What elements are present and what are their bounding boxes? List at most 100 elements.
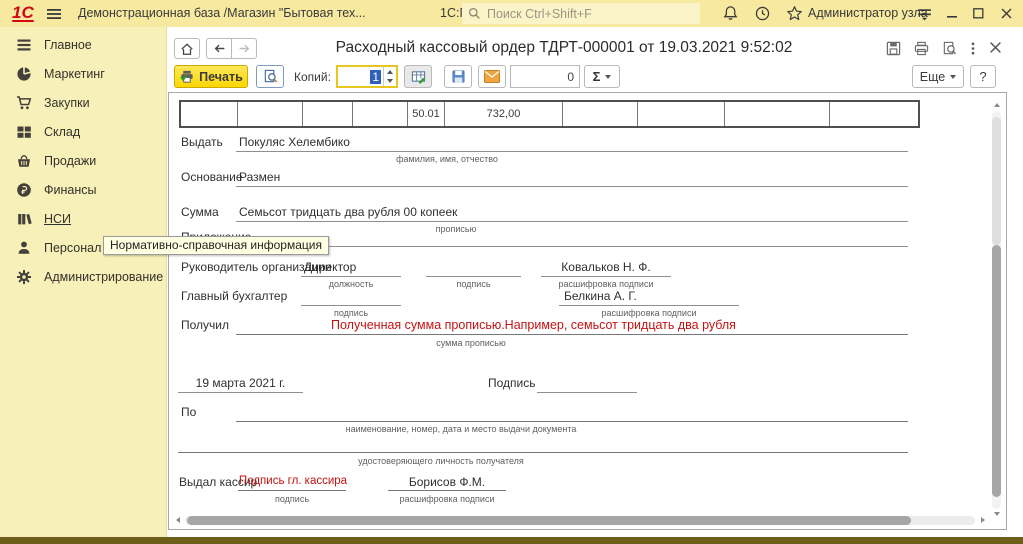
table-cell[interactable]: [725, 102, 830, 126]
print-icon[interactable]: [914, 41, 930, 57]
table-cell[interactable]: [638, 102, 725, 126]
notifications-bell-icon[interactable]: [722, 5, 740, 23]
basis-underline: [236, 186, 908, 187]
save-file-button[interactable]: [444, 65, 472, 88]
main-menu-icon[interactable]: [46, 6, 64, 24]
print-preview-button[interactable]: [256, 65, 284, 88]
history-icon[interactable]: [754, 5, 772, 23]
table-cell[interactable]: [238, 102, 303, 126]
help-button[interactable]: ?: [970, 65, 996, 88]
save-icon[interactable]: [886, 41, 902, 57]
horizontal-scrollbar-thumb[interactable]: [187, 516, 911, 525]
window-bottom-edge: [0, 537, 1023, 544]
head-name-underline: [541, 276, 671, 277]
amount-label: Сумма: [181, 205, 219, 219]
date-value: 19 марта 2021 г.: [178, 376, 303, 390]
table-cell[interactable]: [353, 102, 408, 126]
by-document-label: По: [181, 405, 196, 419]
help-label: ?: [979, 69, 986, 84]
by-document-caption: наименование, номер, дата и место выдачи…: [311, 424, 611, 434]
issue-to-caption: фамилия, имя, отчество: [347, 154, 547, 164]
scroll-left-icon[interactable]: [176, 517, 180, 523]
sidebar-item-sales[interactable]: Продажи: [0, 147, 166, 175]
back-button[interactable]: [206, 38, 232, 59]
application-window: 1С Демонстрационная база /Магазин "Бытов…: [0, 0, 1023, 544]
sidebar-item-finance[interactable]: Финансы: [0, 176, 166, 204]
vertical-scrollbar-thumb[interactable]: [992, 245, 1001, 497]
copies-stepper[interactable]: 1: [336, 65, 398, 88]
sidebar-item-label: Администрирование: [44, 270, 163, 284]
edit-blank-button[interactable]: [404, 65, 432, 88]
accountant-sign-caption: подпись: [301, 308, 401, 318]
amount-caption: прописью: [356, 224, 556, 234]
more-kebab-icon[interactable]: [970, 41, 978, 57]
basis-label: Основание: [181, 170, 243, 184]
sidebar-item-purchases[interactable]: Закупки: [0, 89, 166, 117]
basis-value: Размен: [239, 170, 280, 184]
printer-check-icon: [179, 69, 195, 84]
sidebar-item-label: Маркетинг: [44, 67, 105, 81]
table-cell[interactable]: [830, 102, 918, 126]
global-search[interactable]: [462, 3, 700, 24]
scroll-down-icon[interactable]: [994, 512, 1000, 516]
send-email-button[interactable]: [478, 65, 506, 88]
table-cell-debit-account[interactable]: 50.01: [408, 102, 445, 126]
nsi-tooltip: Нормативно-справочная информация: [103, 236, 329, 255]
table-cell-amount[interactable]: 732,00: [445, 102, 563, 126]
table-cell[interactable]: [303, 102, 353, 126]
vertical-scrollbar-upper[interactable]: [992, 117, 1001, 245]
accountant-label: Главный бухгалтер: [181, 289, 287, 303]
print-button[interactable]: Печать: [174, 65, 248, 88]
scroll-up-icon[interactable]: [994, 103, 1000, 107]
counter-field[interactable]: 0: [510, 65, 580, 88]
table-cell[interactable]: [181, 102, 238, 126]
issue-to-value: Покуляс Хелембико: [239, 135, 350, 149]
scroll-right-icon[interactable]: [981, 517, 985, 523]
basket-icon: [16, 153, 32, 169]
favorites-star-icon[interactable]: [786, 5, 804, 23]
head-position-value: Директор: [304, 260, 356, 274]
menu-icon: [16, 37, 32, 53]
head-sign-underline: [426, 276, 521, 277]
search-icon: [468, 7, 481, 20]
copies-value[interactable]: 1: [338, 70, 383, 84]
received-underline: [236, 334, 908, 335]
sigma-icon: Σ: [593, 69, 601, 84]
minimize-button[interactable]: [942, 4, 962, 22]
sidebar-item-nsi[interactable]: НСИ: [0, 205, 166, 233]
head-name-caption: расшифровка подписи: [541, 279, 671, 289]
maximize-button[interactable]: [968, 4, 988, 22]
stepper-up-icon[interactable]: [387, 70, 393, 74]
forward-button[interactable]: [231, 38, 257, 59]
close-window-icon[interactable]: [996, 4, 1016, 22]
preview-icon[interactable]: [942, 41, 958, 57]
current-user[interactable]: Администратор узла: [808, 6, 928, 20]
more-actions-button[interactable]: Еще: [912, 65, 964, 88]
close-document-icon[interactable]: [989, 41, 1005, 57]
sidebar-item-marketing[interactable]: Маркетинг: [0, 60, 166, 88]
cashier-name-value: Борисов Ф.М.: [388, 475, 506, 489]
search-input[interactable]: [485, 6, 689, 22]
pallet-grid-icon: [16, 124, 32, 140]
table-cell[interactable]: [563, 102, 638, 126]
title-bar: 1С Демонстрационная база /Магазин "Бытов…: [0, 0, 1023, 27]
sidebar-item-administration[interactable]: Администрирование: [0, 263, 166, 291]
received-caption: сумма прописью: [371, 338, 571, 348]
amount-underline: [236, 221, 908, 222]
more-label: Еще: [920, 70, 945, 84]
sidebar-item-main[interactable]: Главное: [0, 31, 166, 59]
head-sign-caption: подпись: [426, 279, 521, 289]
sum-dropdown-button[interactable]: Σ: [584, 65, 620, 88]
shopping-cart-icon: [16, 95, 32, 111]
sections-panel: Главное Маркетинг Закупки Склад Продажи …: [0, 27, 167, 537]
sidebar-item-label: Продажи: [44, 154, 96, 168]
sidebar-item-warehouse[interactable]: Склад: [0, 118, 166, 146]
cashier-name-caption: расшифровка подписи: [388, 494, 506, 504]
reference-books-icon: [16, 211, 32, 227]
stepper-down-icon[interactable]: [387, 79, 393, 83]
issue-to-label: Выдать: [181, 135, 223, 149]
caret-down-icon: [605, 75, 611, 79]
home-button[interactable]: [174, 38, 200, 59]
received-label: Получил: [181, 318, 229, 332]
interface-settings-icon[interactable]: [916, 5, 934, 23]
